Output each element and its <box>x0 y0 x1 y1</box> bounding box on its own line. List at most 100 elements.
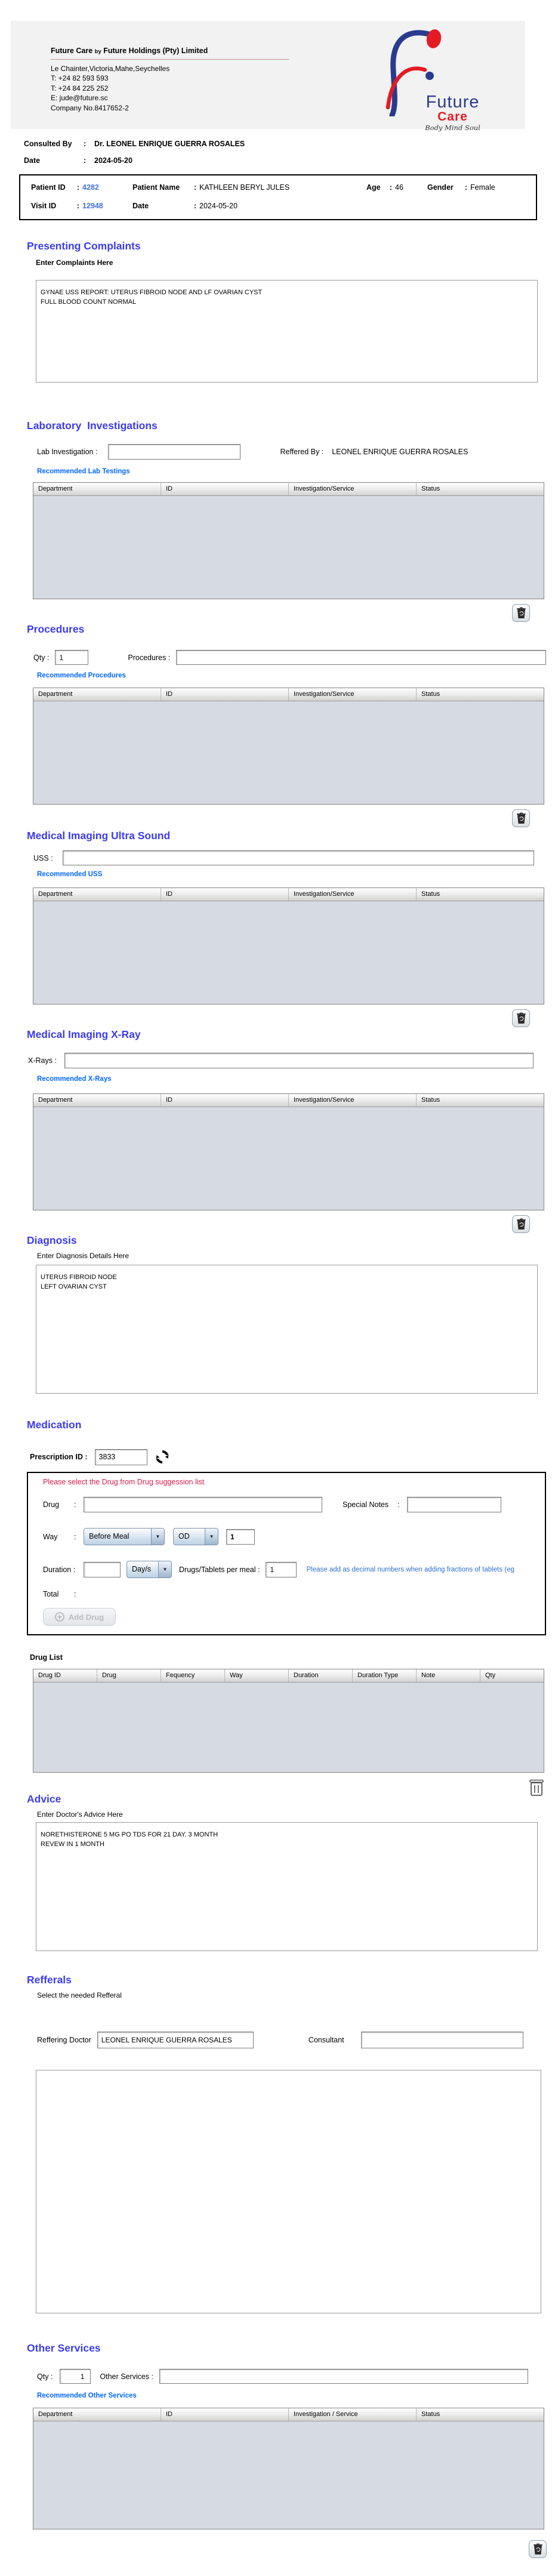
lab-table-body[interactable] <box>33 496 544 599</box>
xray-field-row: X-Rays : <box>28 1053 555 1068</box>
colon: : <box>191 183 199 192</box>
letterhead: Future Care by Future Holdings (Pty) Lim… <box>11 21 525 129</box>
recommended-uss-link[interactable]: Recommended USS <box>37 871 555 878</box>
uss-input[interactable] <box>63 851 534 865</box>
xray-table: Department ID Investigation/Service Stat… <box>33 1093 544 1210</box>
column-header: Investigation/Service <box>288 483 416 495</box>
lab-investigation-input[interactable] <box>108 444 240 460</box>
duration-label: Duration : <box>43 1566 84 1574</box>
refresh-prescription-button[interactable] <box>153 1448 171 1466</box>
column-header: Drug ID <box>33 1669 97 1682</box>
procedures-table-body[interactable] <box>33 701 544 804</box>
column-header: Status <box>416 888 544 901</box>
procedures-qty-input[interactable] <box>55 650 88 665</box>
visit-date-label: Date <box>132 202 191 210</box>
company-info: Future Care by Future Holdings (Pty) Lim… <box>51 46 289 113</box>
other-services-field-row: Qty : Other Services : <box>37 2369 555 2384</box>
presenting-complaints-title: Presenting Complaints <box>27 240 555 252</box>
lab-actions <box>0 604 530 622</box>
add-drug-button[interactable]: Add Drug <box>43 1608 116 1626</box>
other-services-table-header: Department ID Investigation / Service St… <box>33 2408 544 2421</box>
patient-age-cell: Age : 46 <box>366 183 427 192</box>
column-header: Drug <box>97 1669 161 1682</box>
recommended-procedures-link[interactable]: Recommended Procedures <box>37 672 555 679</box>
column-header: Duration <box>288 1669 352 1682</box>
trash-icon <box>516 1012 526 1024</box>
visit-date-cell: Date : 2024-05-20 <box>132 202 366 210</box>
xray-table-header: Department ID Investigation/Service Stat… <box>33 1094 544 1107</box>
meal-timing-value: Before Meal <box>84 1529 151 1545</box>
way-label: Way <box>43 1533 74 1541</box>
drug-table-body[interactable] <box>33 1683 544 1772</box>
age-value: 46 <box>395 183 403 192</box>
fraction-note: Please add as decimal numbers when addin… <box>306 1566 545 1573</box>
patient-id-label: Patient ID <box>31 183 74 192</box>
refferal-field-row: Reffering Doctor Consultant <box>37 2032 555 2048</box>
reffered-by-label: Reffered By : <box>280 448 323 456</box>
company-address: Le Chainter,Victoria,Mahe,Seychelles <box>51 64 289 74</box>
duration-type-select[interactable]: Day/s ▼ <box>127 1561 172 1578</box>
lab-delete-button[interactable] <box>512 604 530 622</box>
patient-name-cell: Patient Name : KATHLEEN BERYL JULES <box>132 183 366 192</box>
trash-icon <box>529 1779 544 1797</box>
column-header: Qty <box>480 1669 544 1682</box>
special-notes-input[interactable] <box>407 1497 501 1512</box>
other-services-table-body[interactable] <box>33 2421 544 2529</box>
uss-field-row: USS : <box>33 851 555 865</box>
recommended-other-services-link[interactable]: Recommended Other Services <box>37 2392 555 2399</box>
chevron-down-icon: ▼ <box>205 1529 218 1545</box>
per-meal-input[interactable] <box>266 1562 297 1577</box>
way-row: Way : Before Meal ▼ OD ▼ <box>43 1528 545 1545</box>
uss-delete-button[interactable] <box>512 1009 530 1027</box>
consultation-form-page: Future Care by Future Holdings (Pty) Lim… <box>0 0 555 2576</box>
way-qty-input[interactable] <box>226 1529 255 1545</box>
drug-selection-warning: Please select the Drug from Drug suggess… <box>43 1478 545 1486</box>
uss-table-body[interactable] <box>33 901 544 1004</box>
prescription-id-input[interactable] <box>95 1449 147 1465</box>
trash-icon <box>516 607 526 619</box>
consultant-input[interactable] <box>361 2032 523 2048</box>
recommended-lab-testings-link[interactable]: Recommended Lab Testings <box>37 468 555 475</box>
date-label: Date <box>24 156 84 165</box>
advice-textarea[interactable]: NORETHISTERONE 5 MG PO TDS FOR 21 DAY. 3… <box>36 1822 538 1951</box>
recommended-xrays-link[interactable]: Recommended X-Rays <box>37 1076 555 1083</box>
colon: : <box>191 202 199 210</box>
xray-input[interactable] <box>64 1053 534 1068</box>
meal-timing-select[interactable]: Before Meal ▼ <box>84 1528 165 1545</box>
medication-title: Medication <box>27 1419 555 1431</box>
section-xray: Medical Imaging X-Ray X-Rays : Recommend… <box>0 1028 555 1233</box>
column-header: Department <box>33 2408 161 2421</box>
refferal-list-box[interactable] <box>36 2070 541 2313</box>
date-value: 2024-05-20 <box>94 156 132 165</box>
procedures-delete-button[interactable] <box>512 809 530 827</box>
uss-label: USS : <box>33 854 53 862</box>
xray-delete-button[interactable] <box>512 1215 530 1233</box>
colon: : <box>74 1500 84 1509</box>
procedures-input[interactable] <box>176 650 546 665</box>
drug-input[interactable] <box>84 1497 322 1512</box>
colon: : <box>462 183 470 192</box>
uss-table-header: Department ID Investigation/Service Stat… <box>33 888 544 901</box>
other-qty-input[interactable] <box>60 2369 91 2384</box>
xray-table-body[interactable] <box>33 1107 544 1210</box>
company-phone1: T: +24 82 593 593 <box>51 73 289 84</box>
lab-field-row: Lab Investigation : Reffered By : LEONEL… <box>37 444 555 460</box>
diagnosis-textarea[interactable]: UTERUS FIBROID NODE LEFT OVARIAN CYST <box>36 1265 538 1394</box>
other-services-input[interactable] <box>159 2369 528 2384</box>
advice-delete-button[interactable] <box>529 1779 545 1797</box>
frequency-select[interactable]: OD ▼ <box>173 1528 218 1545</box>
procedures-table: Department ID Investigation/Service Stat… <box>33 688 544 805</box>
duration-input[interactable] <box>84 1562 121 1577</box>
reffering-doctor-input[interactable] <box>97 2032 254 2048</box>
column-header: Status <box>416 2408 544 2421</box>
colon: : <box>84 140 94 148</box>
company-email: E: jude@future.sc <box>51 93 289 103</box>
duration-type-value: Day/s <box>127 1561 158 1577</box>
visit-id-label: Visit ID <box>31 202 74 210</box>
patient-info-box: Patient ID : 4282 Patient Name : KATHLEE… <box>19 174 537 220</box>
complaints-textarea[interactable]: GYNAE USS REPORT: UTERUS FIBROID NODE AN… <box>36 280 538 383</box>
uss-table: Department ID Investigation/Service Stat… <box>33 888 544 1004</box>
other-services-delete-button[interactable] <box>529 2540 547 2558</box>
procedures-label: Procedures : <box>128 654 170 662</box>
column-header: Way <box>224 1669 288 1682</box>
